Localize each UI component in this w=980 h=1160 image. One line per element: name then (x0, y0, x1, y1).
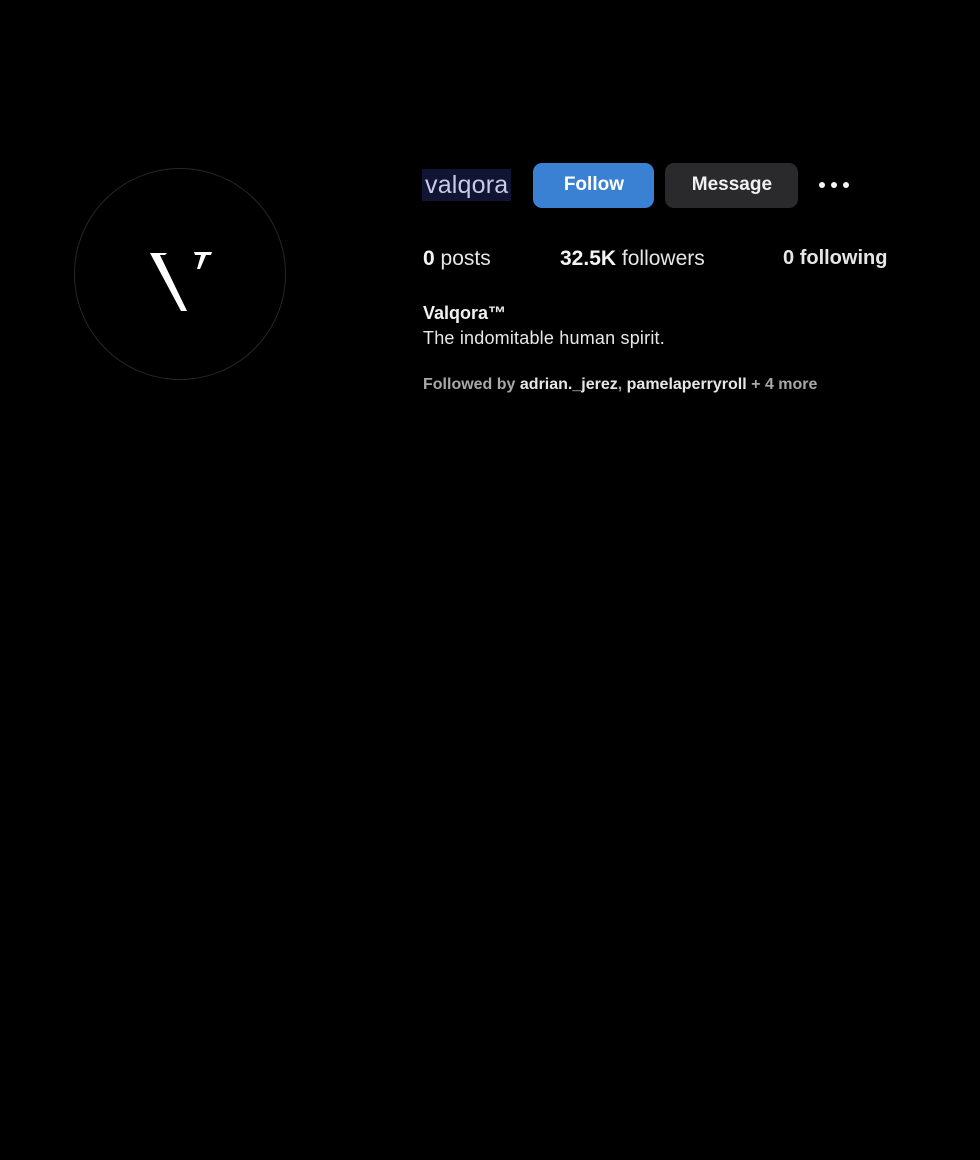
profile-full-name: Valqora™ (423, 303, 507, 323)
profile-avatar[interactable] (74, 168, 286, 380)
followed-by-separator: , (617, 376, 623, 393)
following-count: 0 (783, 247, 795, 269)
followed-by-prefix: Followed by (423, 376, 516, 393)
username: valqora (422, 169, 512, 201)
v-logo-icon (150, 252, 212, 311)
stat-followers[interactable]: 32.5K followers (560, 247, 705, 271)
stat-posts: 0 posts (423, 247, 491, 271)
followers-count: 32.5K (560, 247, 617, 270)
follow-button[interactable]: Follow (533, 162, 655, 208)
posts-count: 0 (423, 247, 435, 270)
stat-following[interactable]: 0 following (783, 247, 887, 270)
ellipsis-icon (819, 182, 850, 188)
profile-header: valqora Follow Message (422, 162, 852, 208)
followed-by-user[interactable]: pamelaperryroll (627, 376, 747, 393)
followed-by: Followed by adrian._jerez, pamelaperryro… (423, 376, 817, 394)
followers-label: followers (621, 247, 705, 270)
profile-bio: The indomitable human spirit. (423, 328, 665, 348)
followed-by-user[interactable]: adrian._jerez (520, 376, 618, 393)
following-label: following (799, 247, 888, 269)
posts-label: posts (440, 247, 491, 270)
more-options-button[interactable] (816, 170, 852, 200)
profile-stats: 0 posts 32.5K followers 0 following (423, 247, 903, 277)
followed-by-more-link[interactable]: + 4 more (751, 376, 817, 393)
message-button[interactable]: Message (665, 162, 799, 208)
